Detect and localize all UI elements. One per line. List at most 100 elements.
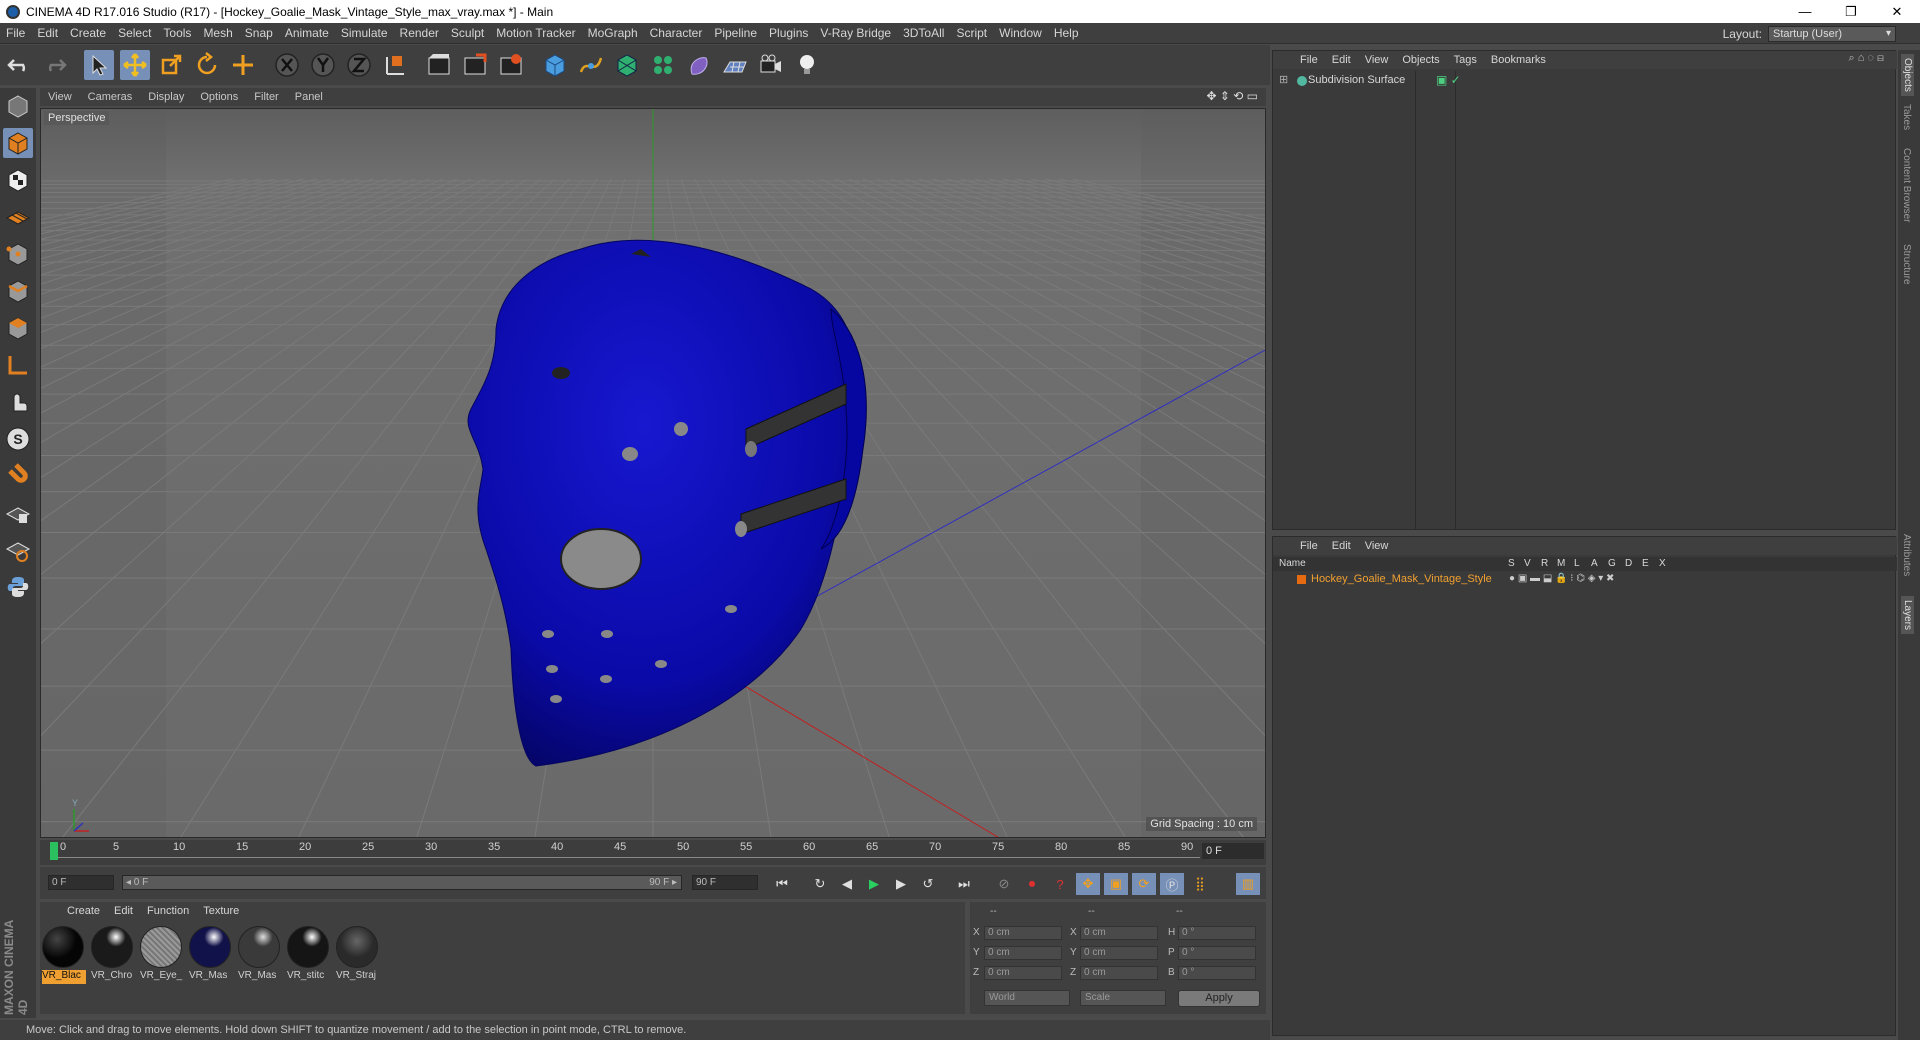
menu-tools[interactable]: Tools bbox=[157, 26, 197, 40]
obj-menu-file[interactable]: File bbox=[1293, 54, 1325, 66]
restore-button[interactable]: ❐ bbox=[1828, 0, 1874, 23]
subdivision-icon[interactable] bbox=[612, 50, 642, 80]
material-menu-function[interactable]: Function bbox=[140, 905, 196, 917]
layer-row[interactable]: Hockey_Goalie_Mask_Vintage_Style ● ▣ ▬ ⬓… bbox=[1273, 573, 1897, 587]
menu-file[interactable]: File bbox=[0, 26, 31, 40]
col-name[interactable]: Name bbox=[1279, 558, 1306, 569]
snap-settings-icon[interactable] bbox=[3, 535, 33, 565]
snap-grid-icon[interactable] bbox=[3, 498, 33, 528]
timeline-window-icon[interactable]: ▥ bbox=[1236, 873, 1260, 895]
material-swatch[interactable]: VR_Chro bbox=[91, 926, 135, 986]
material-swatch[interactable]: VR_Mas bbox=[238, 926, 282, 986]
timeline-ruler[interactable]: 0 5 10 15 20 25 30 35 40 45 50 55 60 65 … bbox=[40, 840, 1266, 865]
z-axis-icon[interactable] bbox=[344, 50, 374, 80]
enabled-check-icon[interactable]: ▣ ✓ bbox=[1436, 73, 1461, 87]
rotation-p-field[interactable]: 0 ° bbox=[1178, 946, 1256, 960]
workplane-icon[interactable] bbox=[3, 202, 33, 232]
menu-select[interactable]: Select bbox=[112, 26, 157, 40]
menu-help[interactable]: Help bbox=[1048, 26, 1085, 40]
menu-vray-bridge[interactable]: V-Ray Bridge bbox=[814, 26, 897, 40]
render-view-icon[interactable] bbox=[424, 50, 454, 80]
tweak-icon[interactable] bbox=[3, 387, 33, 417]
camera-icon[interactable] bbox=[756, 50, 786, 80]
rotation-b-field[interactable]: 0 ° bbox=[1178, 966, 1256, 980]
start-frame-field[interactable]: 0 F bbox=[48, 875, 114, 890]
size-y-field[interactable]: 0 cm bbox=[1080, 946, 1158, 960]
material-swatch[interactable]: VR_Eye_ bbox=[140, 926, 184, 986]
tab-objects[interactable]: Objects bbox=[1901, 54, 1914, 96]
material-menu-texture[interactable]: Texture bbox=[196, 905, 246, 917]
python-icon[interactable] bbox=[3, 572, 33, 602]
menu-edit[interactable]: Edit bbox=[31, 26, 64, 40]
menu-simulate[interactable]: Simulate bbox=[335, 26, 394, 40]
magnet-icon[interactable] bbox=[3, 461, 33, 491]
next-frame-icon[interactable]: ▶ bbox=[889, 873, 913, 895]
layer-menu-edit[interactable]: Edit bbox=[1325, 540, 1358, 552]
layer-menu-view[interactable]: View bbox=[1358, 540, 1396, 552]
tab-layers[interactable]: Layers bbox=[1901, 596, 1914, 635]
keyframe-rotate-icon[interactable]: ⟳ bbox=[1132, 873, 1156, 895]
obj-search-icon[interactable]: ⌕ ⌂ ◌ ⊟ bbox=[1841, 52, 1891, 65]
keyframe-move-icon[interactable]: ✥ bbox=[1076, 873, 1100, 895]
keyframe-param-icon[interactable]: Ⓟ bbox=[1160, 873, 1184, 895]
material-menu-create[interactable]: Create bbox=[60, 905, 107, 917]
light-icon[interactable] bbox=[792, 50, 822, 80]
viewport-menu-view[interactable]: View bbox=[40, 91, 80, 103]
move-icon[interactable] bbox=[120, 50, 150, 80]
tab-takes[interactable]: Takes bbox=[1901, 104, 1912, 130]
col-expressions[interactable]: E bbox=[1642, 558, 1649, 569]
close-button[interactable]: ✕ bbox=[1874, 0, 1920, 23]
col-generators[interactable]: G bbox=[1608, 558, 1616, 569]
material-swatch[interactable]: VR_Mas bbox=[189, 926, 233, 986]
col-animation[interactable]: A bbox=[1591, 558, 1598, 569]
viewport-menu-cameras[interactable]: Cameras bbox=[80, 91, 141, 103]
viewport-camera-label[interactable]: Perspective bbox=[44, 111, 110, 125]
render-settings-icon[interactable] bbox=[496, 50, 526, 80]
menu-render[interactable]: Render bbox=[394, 26, 445, 40]
obj-menu-view[interactable]: View bbox=[1358, 54, 1396, 66]
redo-icon[interactable] bbox=[40, 50, 70, 80]
go-to-start-icon[interactable]: ⏮ bbox=[770, 873, 794, 895]
col-view[interactable]: V bbox=[1524, 558, 1531, 569]
cloner-icon[interactable] bbox=[648, 50, 678, 80]
go-to-end-icon[interactable]: ⏭ bbox=[952, 873, 976, 895]
tab-content-browser[interactable]: Content Browser bbox=[1901, 148, 1912, 222]
model-mode-icon[interactable] bbox=[3, 128, 33, 158]
viewport-menu-panel[interactable]: Panel bbox=[287, 91, 331, 103]
layer-name[interactable]: Hockey_Goalie_Mask_Vintage_Style bbox=[1311, 573, 1492, 585]
layout-select[interactable]: Startup (User) bbox=[1768, 25, 1896, 42]
next-key-icon[interactable]: ↺ bbox=[916, 873, 940, 895]
menu-window[interactable]: Window bbox=[993, 26, 1048, 40]
floor-icon[interactable] bbox=[720, 50, 750, 80]
3d-viewport[interactable]: Y Perspective Grid Spacing : 10 cm bbox=[40, 108, 1266, 838]
coord-scale-select[interactable]: Scale bbox=[1080, 990, 1166, 1006]
timeline-playhead[interactable] bbox=[50, 842, 58, 860]
material-swatch[interactable]: VR_Straj bbox=[336, 926, 380, 986]
col-manager[interactable]: M bbox=[1557, 558, 1565, 569]
menu-create[interactable]: Create bbox=[64, 26, 112, 40]
material-swatch[interactable]: VR_stitc bbox=[287, 926, 331, 986]
menu-motion-tracker[interactable]: Motion Tracker bbox=[490, 26, 581, 40]
material-menu-edit[interactable]: Edit bbox=[107, 905, 140, 917]
end-frame-field[interactable]: 90 F bbox=[692, 875, 758, 890]
col-render[interactable]: R bbox=[1541, 558, 1548, 569]
menu-sculpt[interactable]: Sculpt bbox=[445, 26, 490, 40]
viewport-nav-icons[interactable]: ✥ ⇕ ⟲ ▭ bbox=[1206, 89, 1258, 103]
apply-button[interactable]: Apply bbox=[1178, 990, 1260, 1007]
tab-structure[interactable]: Structure bbox=[1901, 244, 1912, 285]
col-deformers[interactable]: D bbox=[1625, 558, 1632, 569]
menu-pipeline[interactable]: Pipeline bbox=[708, 26, 763, 40]
deformer-icon[interactable] bbox=[684, 50, 714, 80]
obj-menu-objects[interactable]: Objects bbox=[1395, 54, 1446, 66]
menu-animate[interactable]: Animate bbox=[279, 26, 335, 40]
prev-frame-icon[interactable]: ◀ bbox=[835, 873, 859, 895]
viewport-menu-filter[interactable]: Filter bbox=[246, 91, 286, 103]
object-row-subdivision-surface[interactable]: ⊞ Subdivision Surface ▣ ✓ bbox=[1273, 73, 1897, 89]
menu-3dtoall[interactable]: 3DToAll bbox=[897, 26, 950, 40]
coord-mode-select[interactable]: World bbox=[984, 990, 1070, 1006]
polygons-mode-icon[interactable] bbox=[3, 313, 33, 343]
viewport-menu-options[interactable]: Options bbox=[192, 91, 246, 103]
current-frame-field[interactable]: 0 F bbox=[1202, 843, 1264, 859]
tab-attributes[interactable]: Attributes bbox=[1901, 534, 1912, 576]
menu-character[interactable]: Character bbox=[644, 26, 709, 40]
